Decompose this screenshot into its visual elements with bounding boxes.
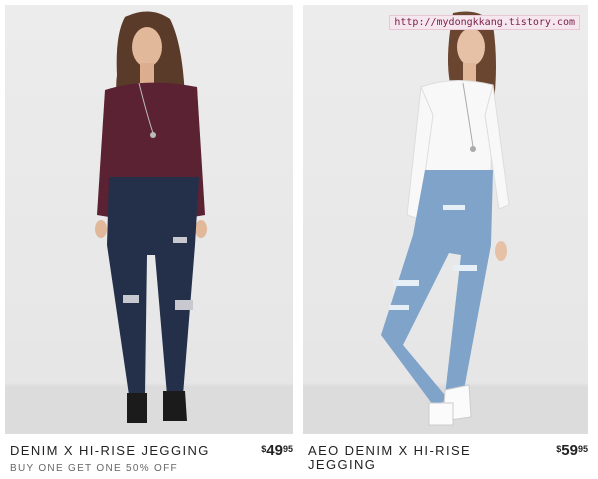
product-name[interactable]: AEO DENIM X HI-RISE JEGGING	[308, 444, 493, 472]
model-illustration-2	[303, 11, 588, 434]
product-price: $4995	[261, 442, 293, 460]
price-currency: $	[556, 444, 562, 454]
price-cents: 95	[577, 444, 588, 454]
product-name[interactable]: DENIM X HI-RISE JEGGING	[10, 444, 210, 458]
product-price: $5995	[556, 442, 588, 460]
product-card-2[interactable]: http://mydongkkang.tistory.com AEO DENIM…	[303, 5, 588, 479]
product-info-1: DENIM X HI-RISE JEGGING BUY ONE GET ONE …	[5, 434, 293, 479]
product-photo-2[interactable]: http://mydongkkang.tistory.com	[303, 5, 588, 434]
model-illustration-1	[5, 11, 293, 434]
product-photo-1[interactable]	[5, 5, 293, 434]
product-info-2: AEO DENIM X HI-RISE JEGGING $5995	[303, 434, 588, 479]
price-cents: 95	[282, 444, 293, 454]
product-promo: BUY ONE GET ONE 50% OFF	[10, 463, 178, 474]
price-whole: 59	[561, 442, 578, 459]
price-whole: 49	[266, 442, 283, 459]
watermark-label: http://mydongkkang.tistory.com	[389, 15, 580, 30]
price-currency: $	[261, 444, 267, 454]
product-card-1[interactable]: DENIM X HI-RISE JEGGING BUY ONE GET ONE …	[5, 5, 293, 479]
